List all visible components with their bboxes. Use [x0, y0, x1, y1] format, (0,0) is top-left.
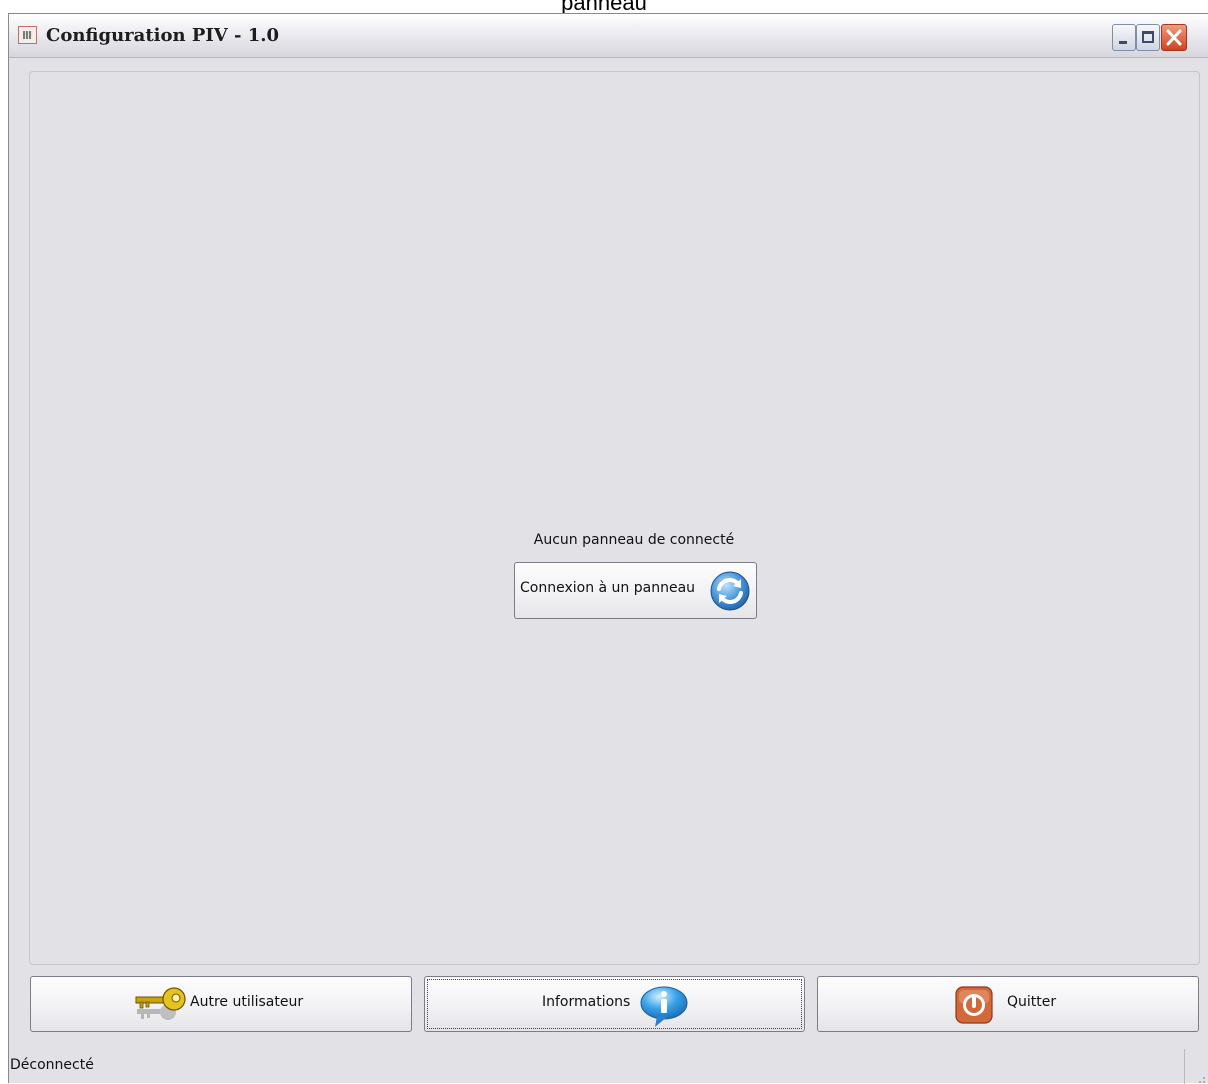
close-icon: [1166, 29, 1182, 46]
window-title: Configuration PIV - 1.0: [46, 25, 280, 46]
key-icon: [135, 987, 186, 1020]
connection-status-message: Aucun panneau de connecté: [533, 532, 735, 548]
status-bar-separator: [1184, 1049, 1185, 1084]
minimize-icon: [1119, 41, 1127, 44]
close-button[interactable]: [1161, 24, 1187, 51]
other-user-button[interactable]: Autre utilisateur: [30, 976, 412, 1032]
connect-panel-button-label: Connexion à un panneau: [520, 580, 696, 596]
minimize-button[interactable]: [1112, 24, 1136, 51]
main-panel: Aucun panneau de connecté Connexion à un…: [29, 71, 1200, 965]
connect-panel-button[interactable]: Connexion à un panneau: [514, 562, 757, 619]
power-icon: [955, 986, 993, 1024]
info-icon: [640, 986, 688, 1027]
status-bar-text: Déconnecté: [10, 1057, 94, 1073]
resize-grip-icon[interactable]: [1194, 1072, 1206, 1084]
information-button-label: Informations: [542, 994, 631, 1010]
quit-button[interactable]: Quitter: [817, 976, 1199, 1032]
app-icon[interactable]: [18, 26, 37, 44]
quit-button-label: Quitter: [1007, 994, 1057, 1010]
information-button[interactable]: Informations: [424, 976, 805, 1032]
refresh-icon: [710, 571, 750, 611]
maximize-icon: [1142, 31, 1154, 43]
app-window: Configuration PIV - 1.0 Aucun panneau de…: [8, 13, 1208, 1084]
title-bar[interactable]: Configuration PIV - 1.0: [9, 14, 1208, 58]
other-user-button-label: Autre utilisateur: [190, 994, 304, 1010]
maximize-button[interactable]: [1136, 24, 1160, 51]
